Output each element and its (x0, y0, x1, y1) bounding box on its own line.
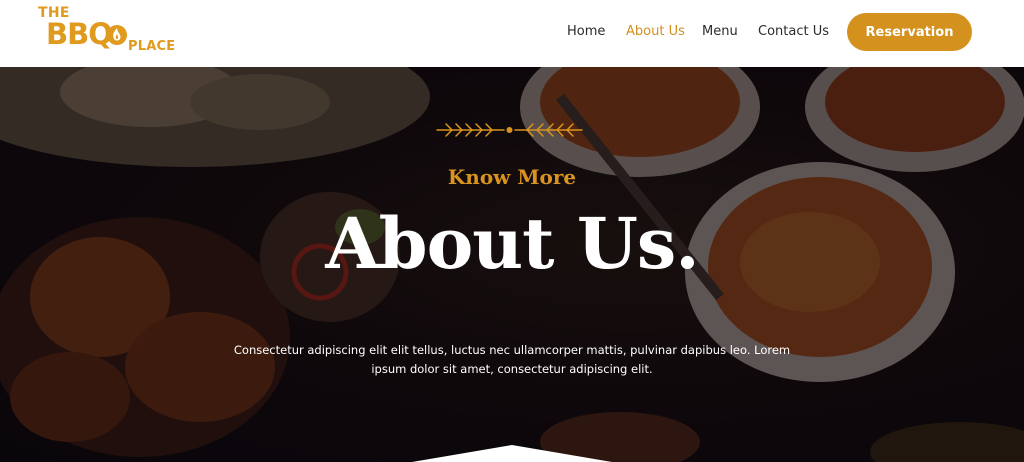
page-title: About Us. (325, 202, 699, 285)
nav-home[interactable]: Home (567, 24, 605, 39)
nav-about-us[interactable]: About Us (626, 24, 685, 39)
logo-word-place: PLACE (128, 39, 176, 54)
hero-description: Consectetur adipiscing elit elit tellus,… (233, 343, 791, 376)
bbq-place-logo[interactable]: THE BBQ PLACE (38, 6, 188, 58)
nav-contact-us[interactable]: Contact Us (758, 24, 829, 39)
logo-word-bbq: BBQ (46, 17, 113, 51)
section-divider-notch (412, 445, 612, 462)
wheat-divider-icon (436, 123, 583, 137)
about-hero: Know More About Us. Consectetur adipisci… (0, 67, 1024, 462)
nav-menu[interactable]: Menu (702, 24, 738, 39)
reservation-button[interactable]: Reservation (847, 13, 972, 51)
flame-icon (107, 25, 127, 45)
section-kicker: Know More (447, 165, 577, 189)
site-header: THE BBQ PLACE Home About Us Menu Contact… (0, 0, 1024, 67)
